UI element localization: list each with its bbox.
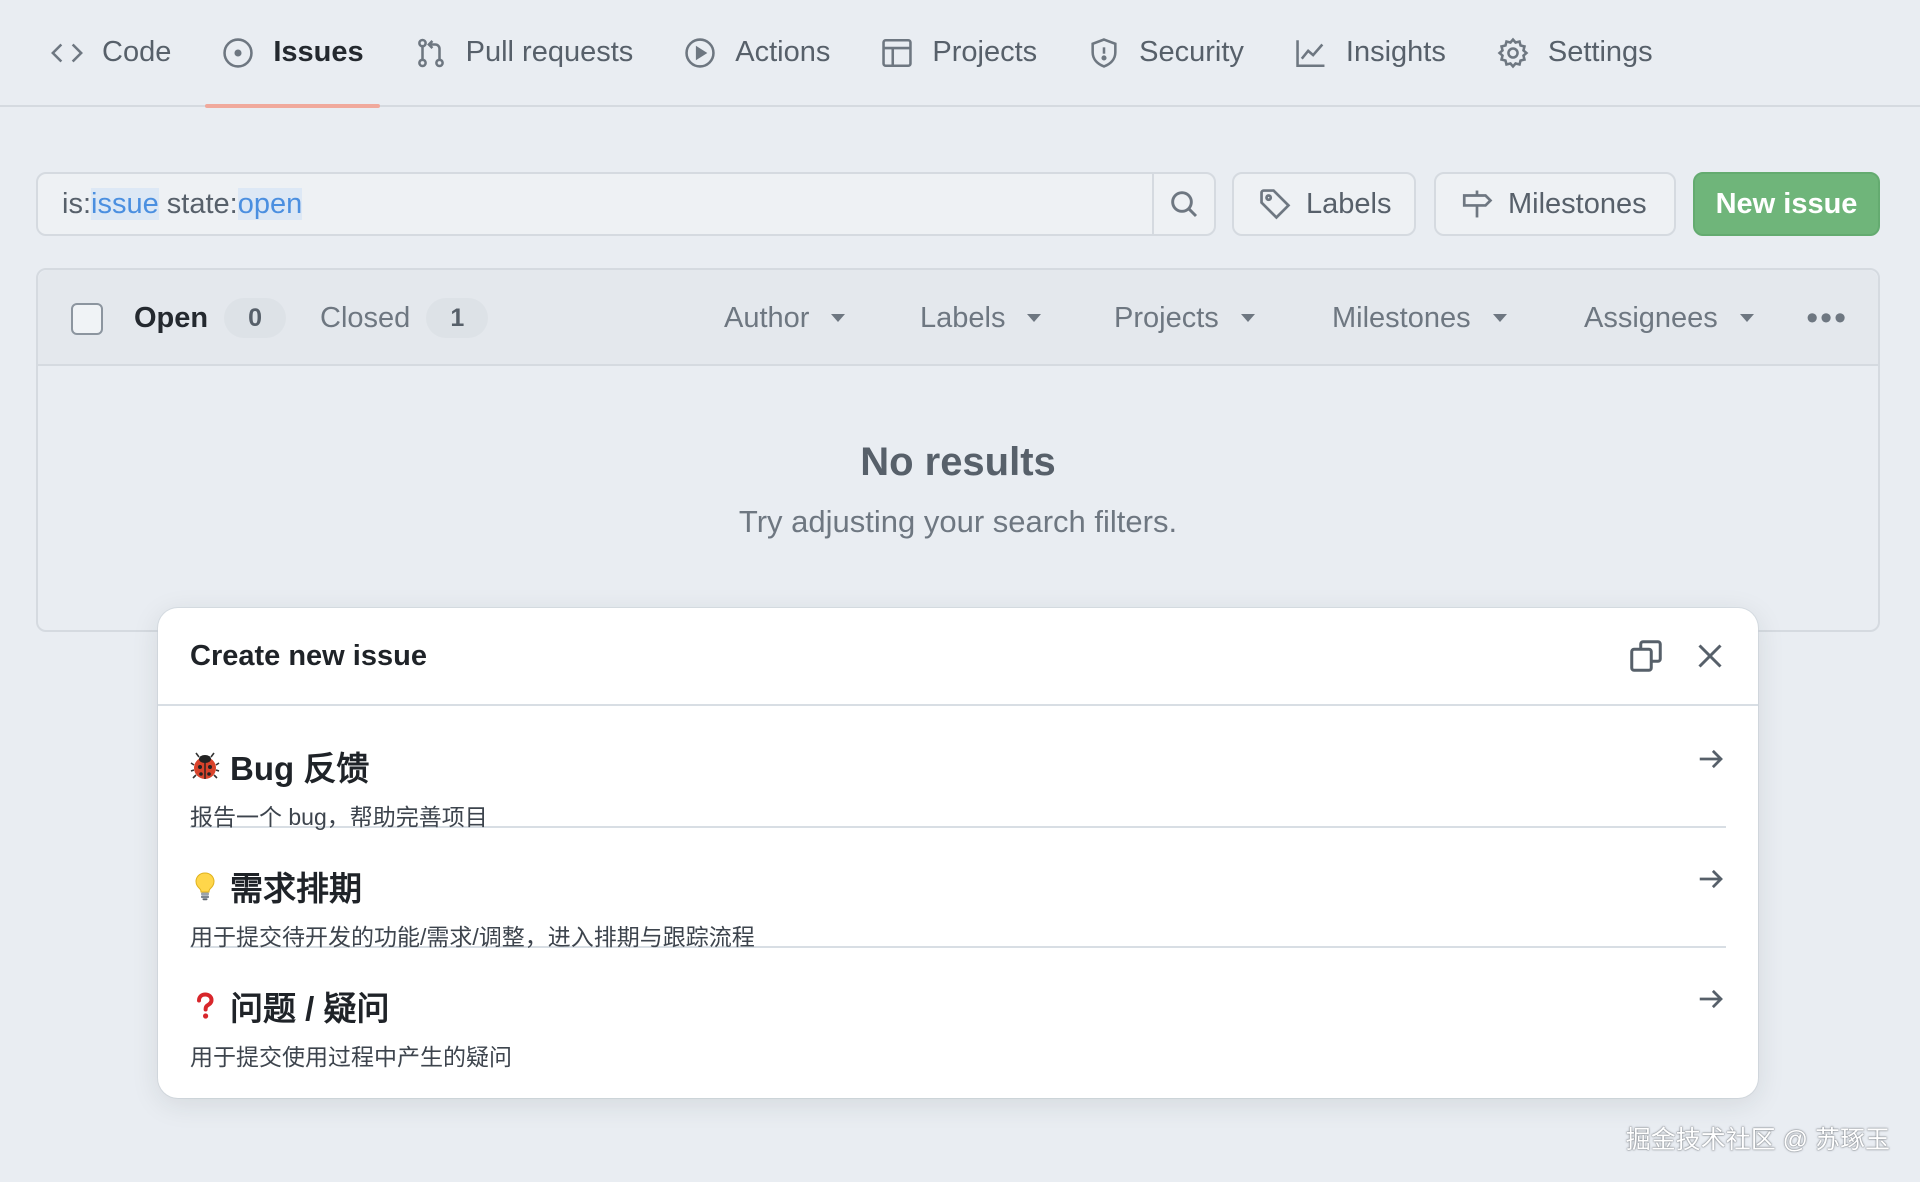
close-icon[interactable] (1692, 638, 1728, 674)
graph-icon (1294, 36, 1328, 70)
repo-nav: Code Issues Pull requests Actions Projec… (0, 0, 1920, 108)
new-issue-button[interactable]: New issue (1693, 172, 1880, 236)
tab-settings[interactable]: Settings (1480, 0, 1669, 106)
issue-search: is:issue state:open (36, 172, 1216, 236)
query-token-highlight: open (237, 187, 303, 220)
open-issues-toggle[interactable]: Open 0 (134, 270, 287, 366)
template-item-feature[interactable]: 需求排期 用于提交待开发的功能/需求/调整，进入排期与跟踪流程 (190, 828, 1726, 950)
query-token-highlight: issue (91, 187, 159, 220)
tab-label: Settings (1547, 36, 1653, 68)
tab-label: Issues (273, 36, 364, 68)
caret-down-icon (831, 314, 846, 322)
watermark: 掘金技术社区 @ 苏琢玉 (1625, 1126, 1890, 1154)
template-title-text: 需求排期 (230, 870, 362, 907)
template-title: Bug 反馈 (190, 742, 369, 790)
milestones-button-label: Milestones (1508, 187, 1647, 220)
filter-label: Projects (1114, 301, 1219, 334)
tab-code[interactable]: Code (34, 0, 187, 106)
dialog-title: Create new issue (190, 639, 427, 672)
milestones-button[interactable]: Milestones (1434, 172, 1676, 236)
filter-labels[interactable]: Labels (920, 270, 1042, 366)
filter-projects[interactable]: Projects (1114, 270, 1255, 366)
template-description: 报告一个 bug，帮助完善项目 (190, 804, 488, 830)
play-icon (683, 36, 717, 70)
labels-button-label: Labels (1306, 187, 1392, 220)
copy-icon[interactable] (1628, 638, 1664, 674)
tab-security[interactable]: Security (1071, 0, 1260, 106)
filter-assignees[interactable]: Assignees (1584, 270, 1754, 366)
milestone-icon (1462, 190, 1493, 218)
issue-list-header: Open 0 Closed 1 Author Labels Projects M… (38, 270, 1878, 366)
filter-label: Author (724, 301, 810, 334)
template-description: 用于提交使用过程中产生的疑问 (190, 1044, 512, 1070)
tab-issues[interactable]: Issues (205, 0, 380, 108)
tab-label: Security (1139, 36, 1244, 68)
arrow-right-icon (1696, 864, 1726, 894)
caret-down-icon (1492, 314, 1507, 322)
tab-pull-requests[interactable]: Pull requests (398, 0, 650, 106)
empty-state-title: No results (860, 440, 1056, 484)
caret-down-icon (1240, 314, 1255, 322)
template-item-question[interactable]: 问题 / 疑问 用于提交使用过程中产生的疑问 (190, 948, 1726, 1070)
tab-label: Actions (735, 36, 831, 68)
gear-icon (1496, 36, 1530, 70)
tag-icon (1260, 189, 1291, 220)
empty-state-subtitle: Try adjusting your search filters. (738, 504, 1178, 539)
issue-opened-icon (221, 36, 255, 70)
caret-down-icon (1027, 314, 1042, 322)
code-icon (50, 36, 84, 70)
filter-label: Labels (920, 301, 1006, 334)
filter-milestones[interactable]: Milestones (1332, 270, 1507, 366)
tab-label: Insights (1345, 36, 1446, 68)
table-icon (880, 36, 914, 70)
create-issue-dialog: Create new issue Bug 反馈 报告一个 bug，帮助完善项目 … (158, 608, 1758, 1098)
tab-projects[interactable]: Projects (864, 0, 1053, 106)
template-item-bug[interactable]: Bug 反馈 报告一个 bug，帮助完善项目 (190, 708, 1726, 830)
filter-author[interactable]: Author (724, 270, 846, 366)
filter-label: Assignees (1584, 301, 1718, 334)
arrow-right-icon (1696, 744, 1726, 774)
light-bulb-icon (190, 869, 220, 903)
new-issue-button-label: New issue (1715, 187, 1858, 220)
git-pull-request-icon (414, 36, 448, 70)
shield-icon (1087, 36, 1121, 70)
closed-count-badge: 1 (426, 298, 489, 338)
search-icon (1171, 191, 1198, 218)
question-mark-icon (190, 989, 220, 1023)
tab-label: Projects (932, 36, 1038, 68)
template-title-text: 问题 / 疑问 (230, 990, 390, 1027)
tab-actions[interactable]: Actions (667, 0, 846, 106)
filter-label: Milestones (1332, 301, 1471, 334)
tab-insights[interactable]: Insights (1278, 0, 1462, 106)
search-input[interactable]: is:issue state:open (38, 187, 1152, 221)
template-title: 问题 / 疑问 (190, 982, 390, 1030)
caret-down-icon (1739, 314, 1754, 322)
template-title-text: Bug 反馈 (230, 750, 370, 787)
select-all-checkbox[interactable] (71, 303, 103, 335)
closed-label: Closed (320, 301, 411, 334)
tab-label: Pull requests (465, 36, 634, 68)
open-count-badge: 0 (224, 298, 287, 338)
open-label: Open (134, 301, 209, 334)
labels-button[interactable]: Labels (1232, 172, 1416, 236)
arrow-right-icon (1696, 984, 1726, 1014)
issue-list: Open 0 Closed 1 Author Labels Projects M… (36, 268, 1880, 632)
tab-label: Code (102, 36, 172, 68)
closed-issues-toggle[interactable]: Closed 1 (320, 270, 489, 366)
template-description: 用于提交待开发的功能/需求/调整，进入排期与跟踪流程 (190, 924, 755, 950)
ladybug-icon (190, 749, 220, 783)
template-title: 需求排期 (190, 862, 362, 910)
dialog-header: Create new issue (158, 608, 1758, 706)
query-token: is: (62, 187, 91, 220)
kebab-horizontal-icon[interactable]: ••• (1806, 270, 1848, 366)
search-button[interactable] (1152, 174, 1214, 234)
query-token: state: (158, 187, 238, 220)
